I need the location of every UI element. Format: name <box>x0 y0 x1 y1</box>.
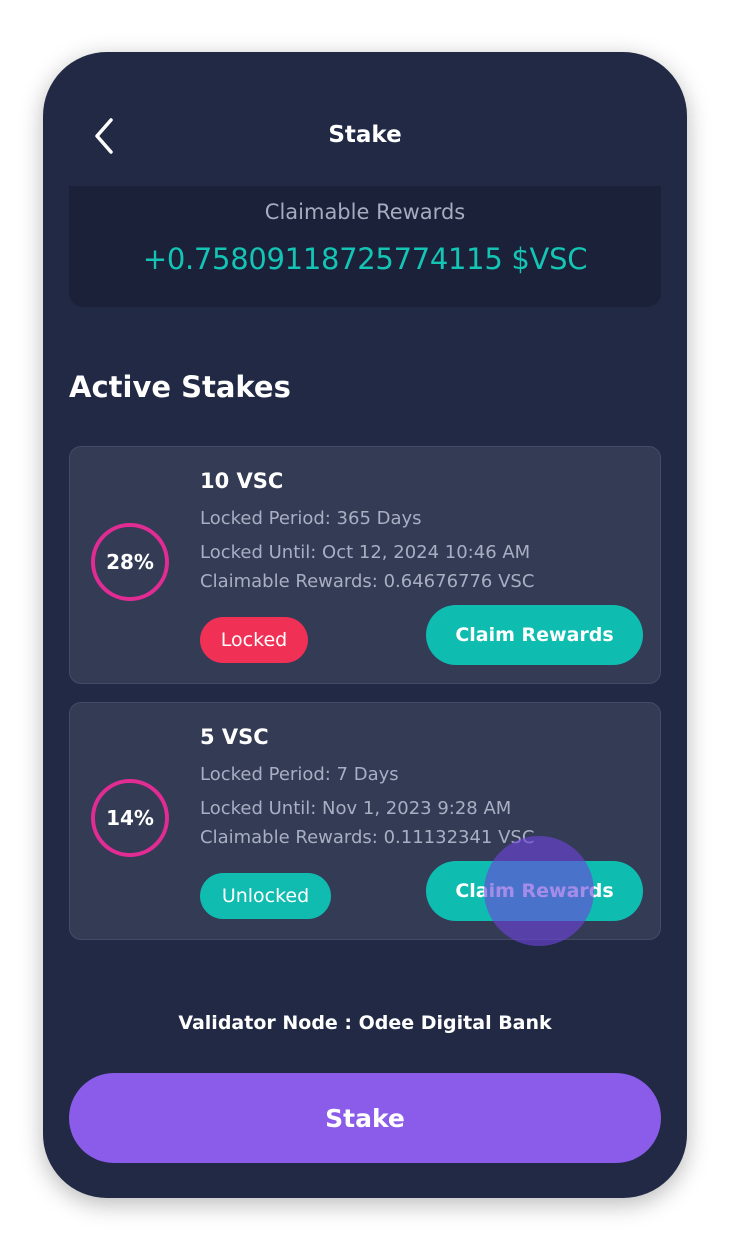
locked-until: Locked Until: Oct 12, 2024 10:46 AM <box>200 542 531 563</box>
phone-screen: Stake Claimable Rewards +0.7580911872577… <box>43 52 687 1198</box>
claimable-rewards-label: Claimable Rewards <box>264 200 466 224</box>
locked-period: Locked Period: 365 Days <box>200 508 422 529</box>
validator-node-label: Validator Node : Odee Digital Bank <box>178 1012 552 1034</box>
claim-rewards-button[interactable]: Claim Rewards <box>426 605 643 665</box>
stake-amount: 10 VSC <box>200 469 284 493</box>
locked-until: Locked Until: Nov 1, 2023 9:28 AM <box>200 798 512 819</box>
header: Stake <box>43 52 687 186</box>
locked-period: Locked Period: 7 Days <box>200 764 399 785</box>
active-stakes-title: Active Stakes <box>69 370 291 404</box>
stake-card: 14% 5 VSC Locked Period: 7 Days Locked U… <box>69 702 661 940</box>
progress-ring: 28% <box>91 523 169 601</box>
page-title: Stake <box>328 122 402 148</box>
progress-ring: 14% <box>91 779 169 857</box>
stake-amount: 5 VSC <box>200 725 269 749</box>
status-badge: Locked <box>200 617 308 663</box>
claimable-rewards-value: +0.75809118725774115 $VSC <box>142 242 588 276</box>
stake-claimable-rewards: Claimable Rewards: 0.11132341 VSC <box>200 827 535 848</box>
stake-button[interactable]: Stake <box>69 1073 661 1163</box>
stake-claimable-rewards: Claimable Rewards: 0.64676776 VSC <box>200 571 535 592</box>
claimable-rewards-card: Claimable Rewards +0.75809118725774115 $… <box>69 186 661 307</box>
claim-rewards-button[interactable]: Claim Rewards <box>426 861 643 921</box>
status-badge: Unlocked <box>200 873 331 919</box>
stake-card: 28% 10 VSC Locked Period: 365 Days Locke… <box>69 446 661 684</box>
